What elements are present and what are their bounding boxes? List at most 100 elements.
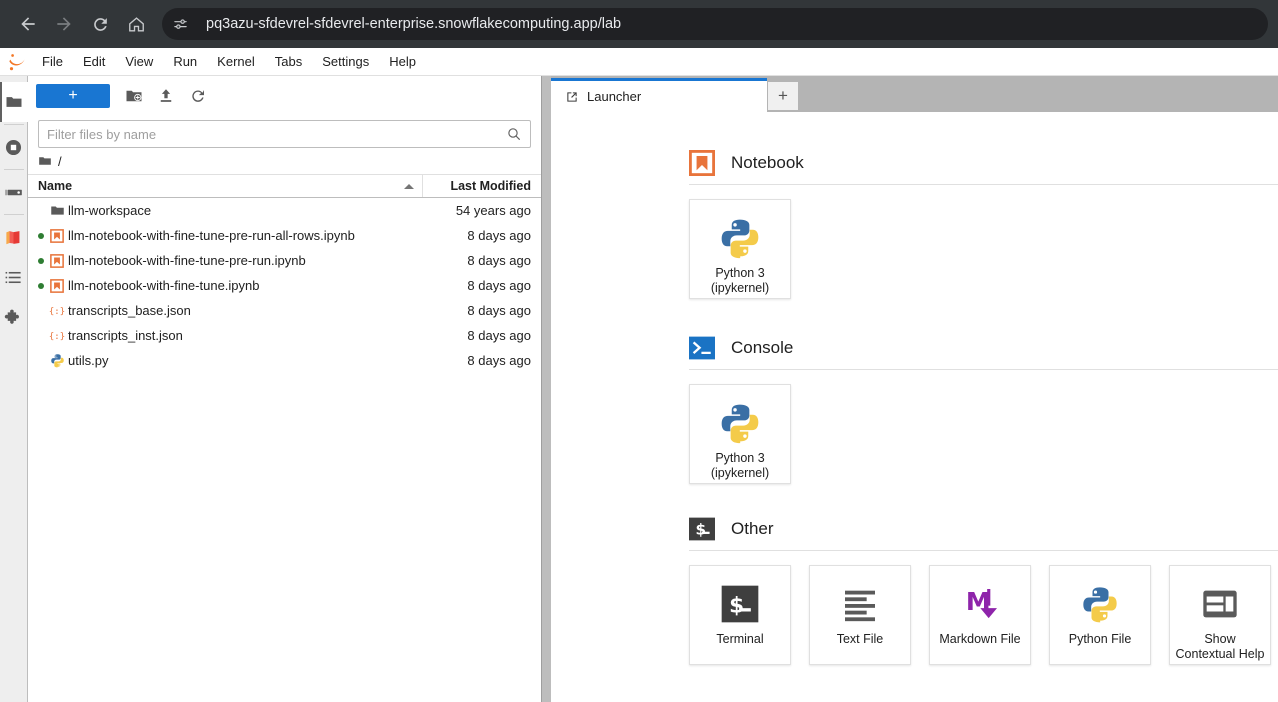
card-notebook-python3[interactable]: Python 3 (ipykernel)	[689, 199, 791, 299]
filter-files-field[interactable]	[38, 120, 531, 148]
panel-splitter[interactable]	[542, 76, 551, 702]
console-icon	[689, 335, 715, 361]
card-show-contextual-help[interactable]: Show Contextual Help	[1169, 565, 1271, 665]
upload-button[interactable]	[152, 83, 180, 109]
search-icon	[506, 126, 522, 142]
launcher-section-console: Console	[551, 335, 1278, 361]
svg-text:$: $	[729, 593, 744, 618]
running-indicator	[36, 258, 46, 264]
card-python-file[interactable]: Python File	[1049, 565, 1151, 665]
launcher-cards-notebook: Python 3 (ipykernel)	[551, 199, 1278, 299]
menu-settings[interactable]: Settings	[312, 51, 379, 72]
section-title: Notebook	[731, 153, 804, 173]
list-item[interactable]: llm-workspace 54 years ago	[28, 198, 541, 223]
divider	[4, 124, 24, 125]
svg-text:$: $	[696, 520, 707, 538]
file-modified: 8 days ago	[423, 303, 541, 318]
search-input[interactable]	[47, 127, 506, 142]
home-icon	[127, 15, 146, 34]
divider	[4, 214, 24, 215]
card-label: Markdown File	[939, 632, 1020, 647]
menu-tabs[interactable]: Tabs	[265, 51, 312, 72]
new-launcher-button[interactable]: +	[36, 84, 110, 108]
card-console-python3[interactable]: Python 3 (ipykernel)	[689, 384, 791, 484]
file-name: llm-notebook-with-fine-tune-pre-run-all-…	[68, 228, 423, 243]
menu-file[interactable]: File	[32, 51, 73, 72]
list-item[interactable]: {:} transcripts_base.json 8 days ago	[28, 298, 541, 323]
refresh-button[interactable]	[184, 83, 212, 109]
tab-launcher[interactable]: Launcher	[551, 78, 767, 112]
back-button[interactable]	[10, 6, 46, 42]
upload-icon	[157, 87, 175, 105]
address-bar[interactable]: pq3azu-sfdevrel-sfdevrel-enterprise.snow…	[162, 8, 1268, 40]
file-modified: 8 days ago	[423, 253, 541, 268]
forward-arrow-icon	[54, 14, 74, 34]
sidebar-item-extension-manager[interactable]	[0, 297, 28, 337]
menu-run[interactable]: Run	[163, 51, 207, 72]
list-item[interactable]: {:} transcripts_inst.json 8 days ago	[28, 323, 541, 348]
spacer	[551, 484, 1278, 516]
file-modified: 54 years ago	[423, 203, 541, 218]
file-modified: 8 days ago	[423, 228, 541, 243]
card-label: Python File	[1069, 632, 1132, 647]
sidebar-item-debugger[interactable]	[0, 172, 28, 212]
contextual-help-icon	[1200, 578, 1240, 630]
divider	[689, 184, 1278, 185]
menu-edit[interactable]: Edit	[73, 51, 115, 72]
sort-ascending-icon	[404, 184, 414, 189]
card-terminal[interactable]: $ Terminal	[689, 565, 791, 665]
debugger-icon	[4, 183, 23, 202]
list-item[interactable]: utils.py 8 days ago	[28, 348, 541, 373]
menu-view[interactable]: View	[115, 51, 163, 72]
section-header: Notebook	[689, 150, 1278, 176]
tune-sliders-icon	[172, 16, 189, 33]
sidebar-item-file-browser[interactable]	[0, 82, 28, 122]
sidebar-item-extension-books[interactable]	[0, 217, 28, 257]
folder-icon	[5, 93, 23, 111]
column-header-last-modified[interactable]: Last Modified	[423, 175, 541, 197]
text-file-icon	[840, 578, 880, 630]
browser-toolbar: pq3azu-sfdevrel-sfdevrel-enterprise.snow…	[0, 0, 1278, 48]
file-list: llm-workspace 54 years ago llm-notebook-…	[28, 198, 541, 702]
menu-kernel[interactable]: Kernel	[207, 51, 265, 72]
breadcrumb[interactable]: /	[28, 148, 541, 174]
new-tab-button[interactable]: +	[768, 82, 798, 110]
launcher-cards-console: Python 3 (ipykernel)	[551, 384, 1278, 484]
card-label: Python 3 (ipykernel)	[711, 451, 769, 481]
left-activity-bar	[0, 76, 28, 702]
file-modified: 8 days ago	[423, 278, 541, 293]
menu-help[interactable]: Help	[379, 51, 426, 72]
python-icon	[718, 212, 762, 264]
jupyterlab-shell: +	[0, 76, 1278, 702]
list-item[interactable]: llm-notebook-with-fine-tune.ipynb 8 days…	[28, 273, 541, 298]
column-header-name[interactable]: Name	[28, 175, 423, 197]
list-item[interactable]: llm-notebook-with-fine-tune-pre-run-all-…	[28, 223, 541, 248]
file-name: transcripts_inst.json	[68, 328, 423, 343]
breadcrumb-path: /	[58, 154, 62, 169]
site-settings-button[interactable]	[166, 10, 194, 38]
card-text-file[interactable]: Text File	[809, 565, 911, 665]
launcher-cards-other: $ Terminal	[551, 565, 1278, 665]
new-folder-button[interactable]	[120, 83, 148, 109]
forward-button[interactable]	[46, 6, 82, 42]
divider	[4, 169, 24, 170]
python-icon	[46, 353, 68, 368]
svg-text:{:}: {:}	[49, 332, 65, 342]
json-icon: {:}	[46, 304, 68, 318]
sidebar-item-table-of-contents[interactable]	[0, 257, 28, 297]
section-title: Console	[731, 338, 793, 358]
sidebar-item-running-terminals[interactable]	[0, 127, 28, 167]
jupyter-logo-icon	[4, 51, 32, 73]
launcher-section-other: $ Other	[551, 516, 1278, 542]
books-icon	[4, 228, 23, 247]
file-name: llm-notebook-with-fine-tune-pre-run.ipyn…	[68, 253, 423, 268]
card-label: Text File	[837, 632, 884, 647]
reload-button[interactable]	[82, 6, 118, 42]
home-button[interactable]	[118, 6, 154, 42]
card-markdown-file[interactable]: M Markdown File	[929, 565, 1031, 665]
url-text: pq3azu-sfdevrel-sfdevrel-enterprise.snow…	[206, 16, 621, 32]
divider	[689, 369, 1278, 370]
main-dock-area: Launcher + Notebook	[551, 76, 1278, 702]
svg-text:{:}: {:}	[49, 307, 65, 317]
list-item[interactable]: llm-notebook-with-fine-tune-pre-run.ipyn…	[28, 248, 541, 273]
